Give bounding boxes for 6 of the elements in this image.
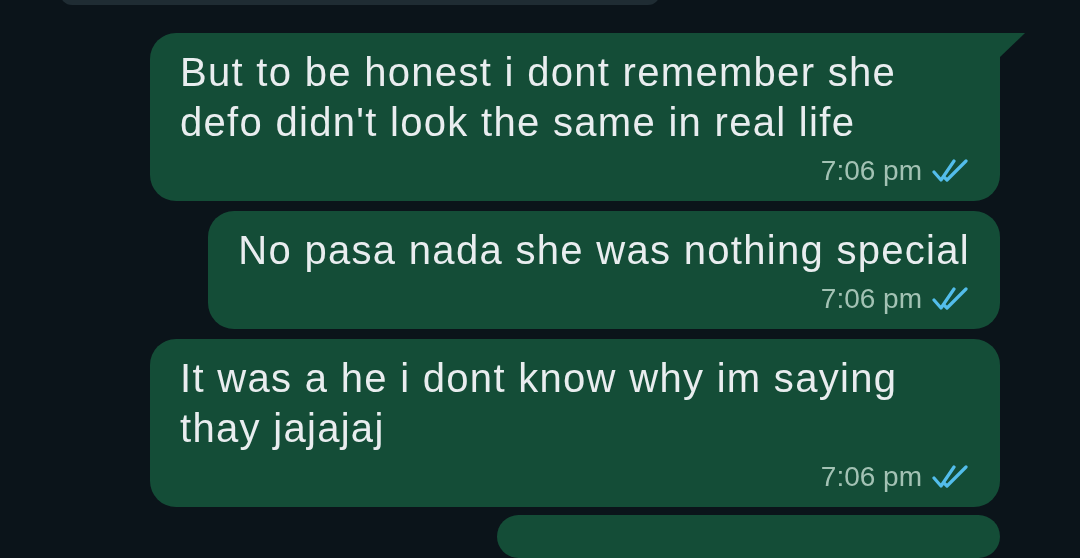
message-time: 7:06 pm [820,154,922,188]
message-text: It was a he i dont know why im saying thay jajajaj [180,355,899,452]
message-time: 7:06 pm [820,460,922,494]
message-time: 7:06 pm [820,282,922,316]
message-text: But to be honest i dont remember she defo didn't look the same in real life [180,49,898,146]
message-text: No pasa nada she was nothing special [238,227,970,274]
